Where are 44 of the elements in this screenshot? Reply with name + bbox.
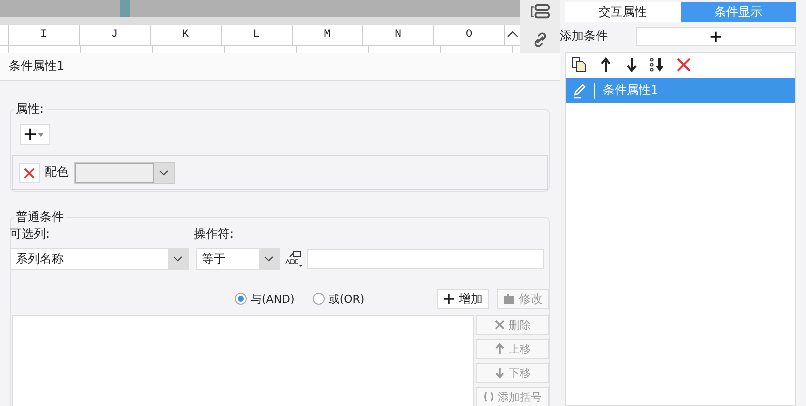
column-header[interactable]: L [222,25,292,45]
close-icon [23,166,36,180]
delete-icon[interactable] [676,57,692,73]
field-label: 操作符: [194,226,234,242]
remove-button[interactable] [19,162,40,182]
caret-up-icon[interactable] [506,29,520,39]
color-dropdown[interactable] [74,162,175,184]
plus-icon [710,30,722,42]
column-header[interactable]: I [8,25,80,45]
column-header[interactable]: J [80,25,151,45]
field-label: 可选列: [10,226,52,242]
add-dropdown-button[interactable] [20,124,50,145]
column-header[interactable]: K [150,25,222,45]
group-legend: 普通条件 [14,209,66,226]
chevron-down-icon [159,170,169,176]
scrollbar-thumb[interactable] [120,0,130,17]
operator-dropdown[interactable]: 等于 [196,248,280,270]
brackets-icon [483,391,495,403]
down-arrow-icon [494,367,506,379]
column-header[interactable]: O [434,25,506,45]
close-icon [494,319,506,331]
chevron-down-icon [264,256,274,262]
attribute-label: 配色 [45,164,69,181]
logic-radio[interactable]: 与(AND) [235,292,295,306]
group-legend: 属性: [14,101,46,118]
logic-radio[interactable]: 或(OR) [312,292,365,306]
horizontal-scrollbar[interactable] [0,0,520,17]
column-header[interactable]: N [363,25,434,45]
plus-icon [443,293,455,305]
panel-tab[interactable]: 交互属性 [565,2,680,22]
text-type-icon[interactable] [285,250,305,268]
value-input-field[interactable] [307,249,544,269]
copy-icon[interactable] [572,57,588,73]
up-arrow-icon [494,343,506,355]
action-button[interactable]: 增加 [437,289,489,309]
plus-icon [24,128,37,141]
panel-title: 条件属性1 [0,53,560,81]
column-header[interactable]: M [292,25,364,45]
layers-icon[interactable] [530,4,550,20]
chevron-down-icon [173,256,183,262]
move-to-bottom-icon[interactable] [650,57,666,73]
column-dropdown[interactable]: 系列名称 [10,248,189,270]
add-condition-label: 添加条件 [560,28,609,45]
caret-down-icon [38,132,44,136]
